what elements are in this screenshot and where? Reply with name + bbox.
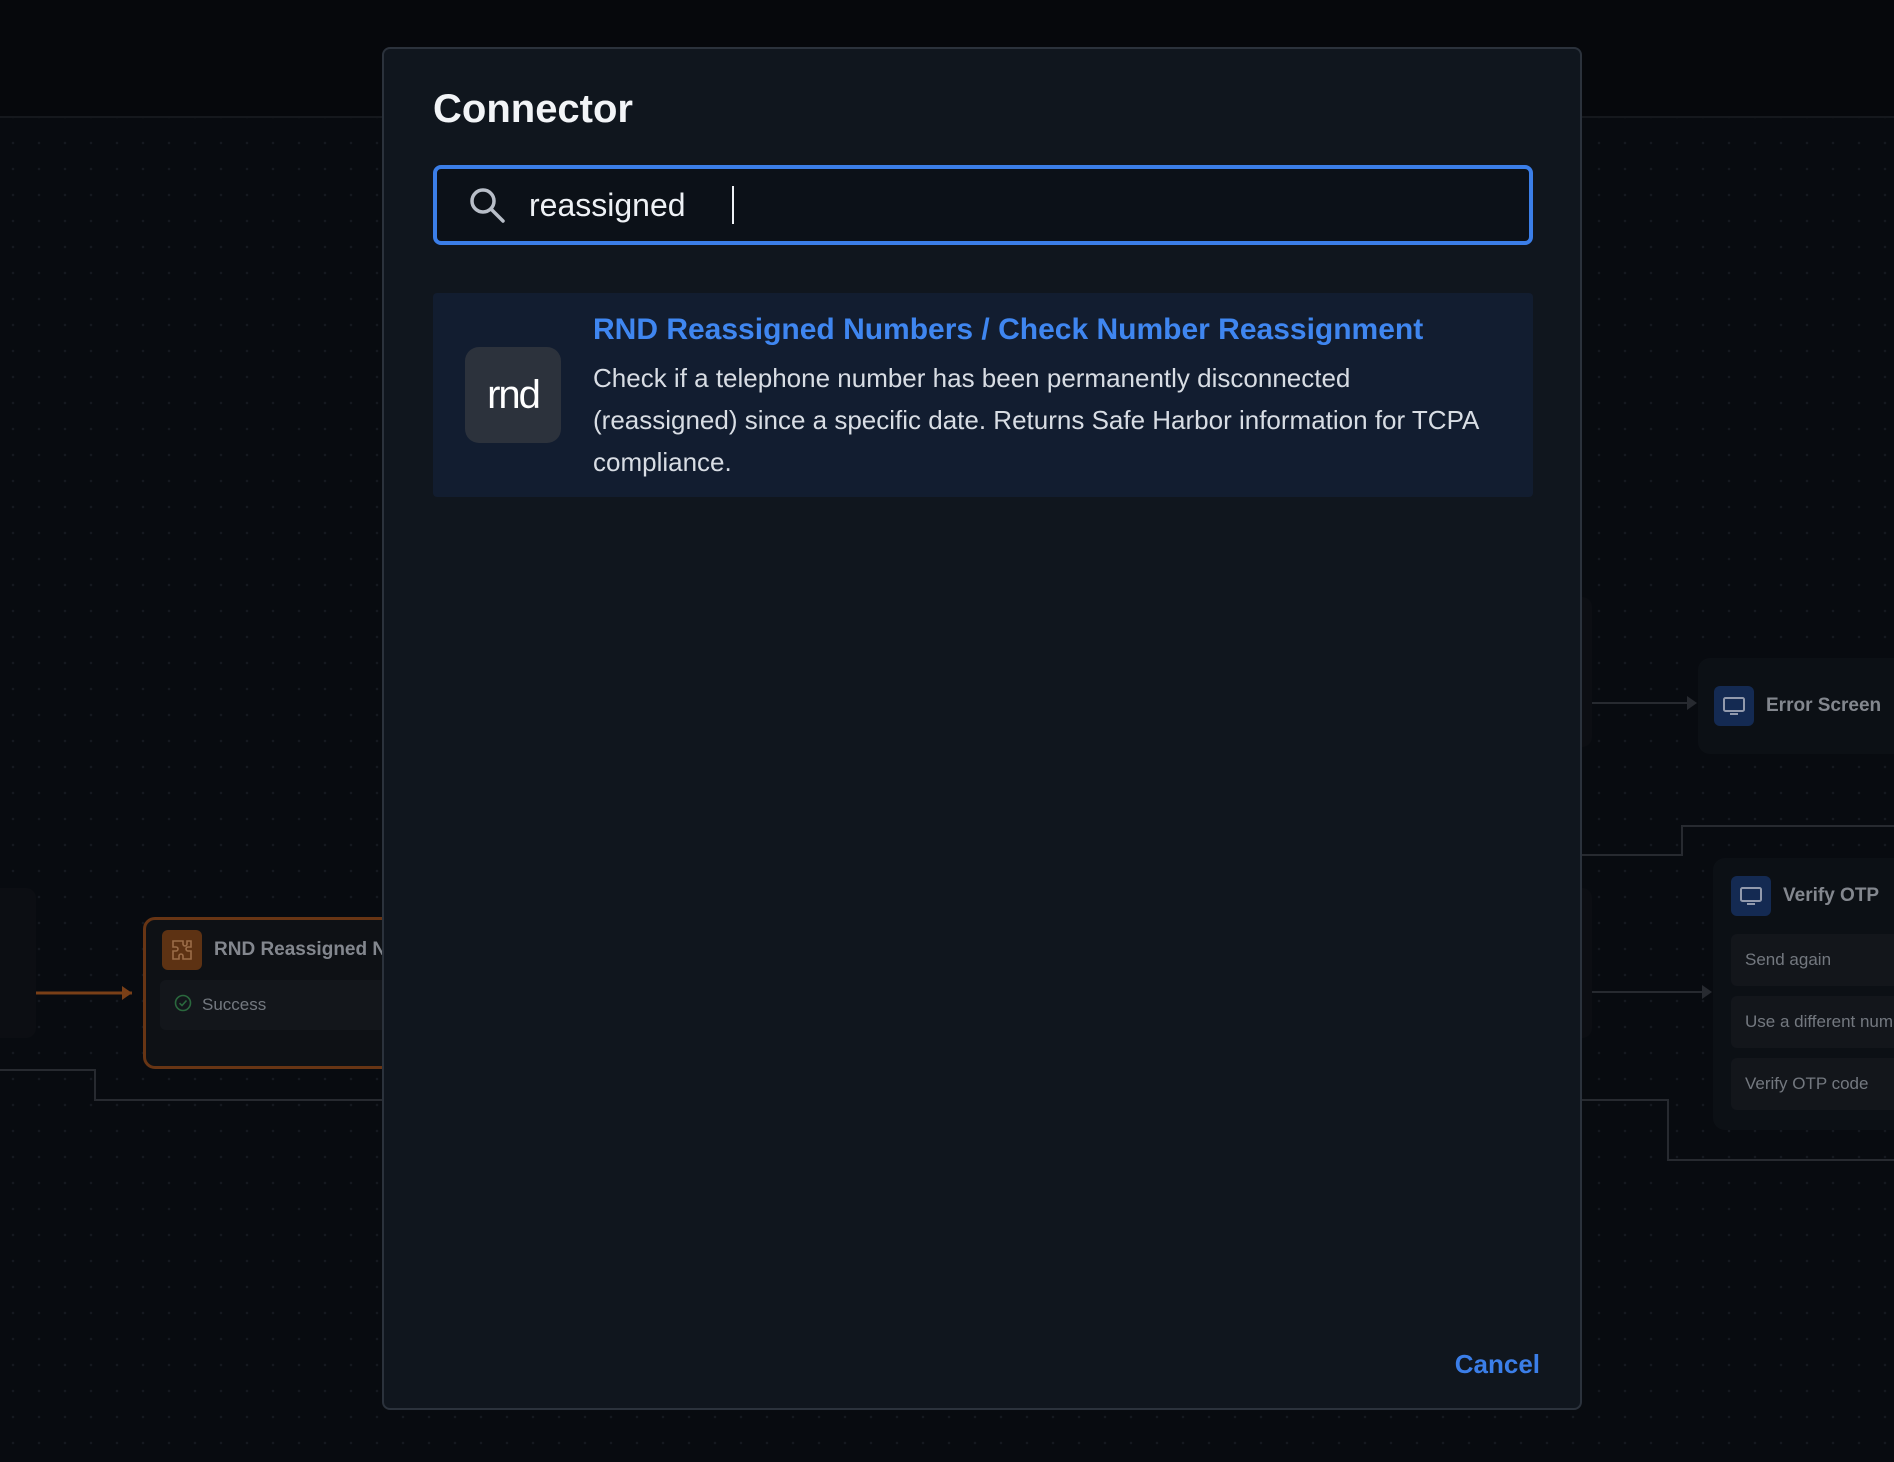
rnd-logo: rnd	[465, 347, 561, 443]
search-icon	[467, 185, 507, 225]
connector-result-item[interactable]: rnd RND Reassigned Numbers / Check Numbe…	[433, 293, 1533, 497]
cancel-button[interactable]: Cancel	[1455, 1349, 1540, 1380]
search-box[interactable]	[433, 165, 1533, 245]
search-input[interactable]	[529, 186, 1509, 224]
text-caret	[732, 186, 734, 224]
connector-dialog: Connector rnd RND Reassigned Numbers / C…	[382, 47, 1582, 1410]
dialog-title: Connector	[433, 87, 633, 131]
logo-text: rnd	[487, 372, 541, 417]
result-description: Check if a telephone number has been per…	[593, 363, 1478, 477]
result-title: RND Reassigned Numbers / Check Number Re…	[593, 313, 1424, 346]
